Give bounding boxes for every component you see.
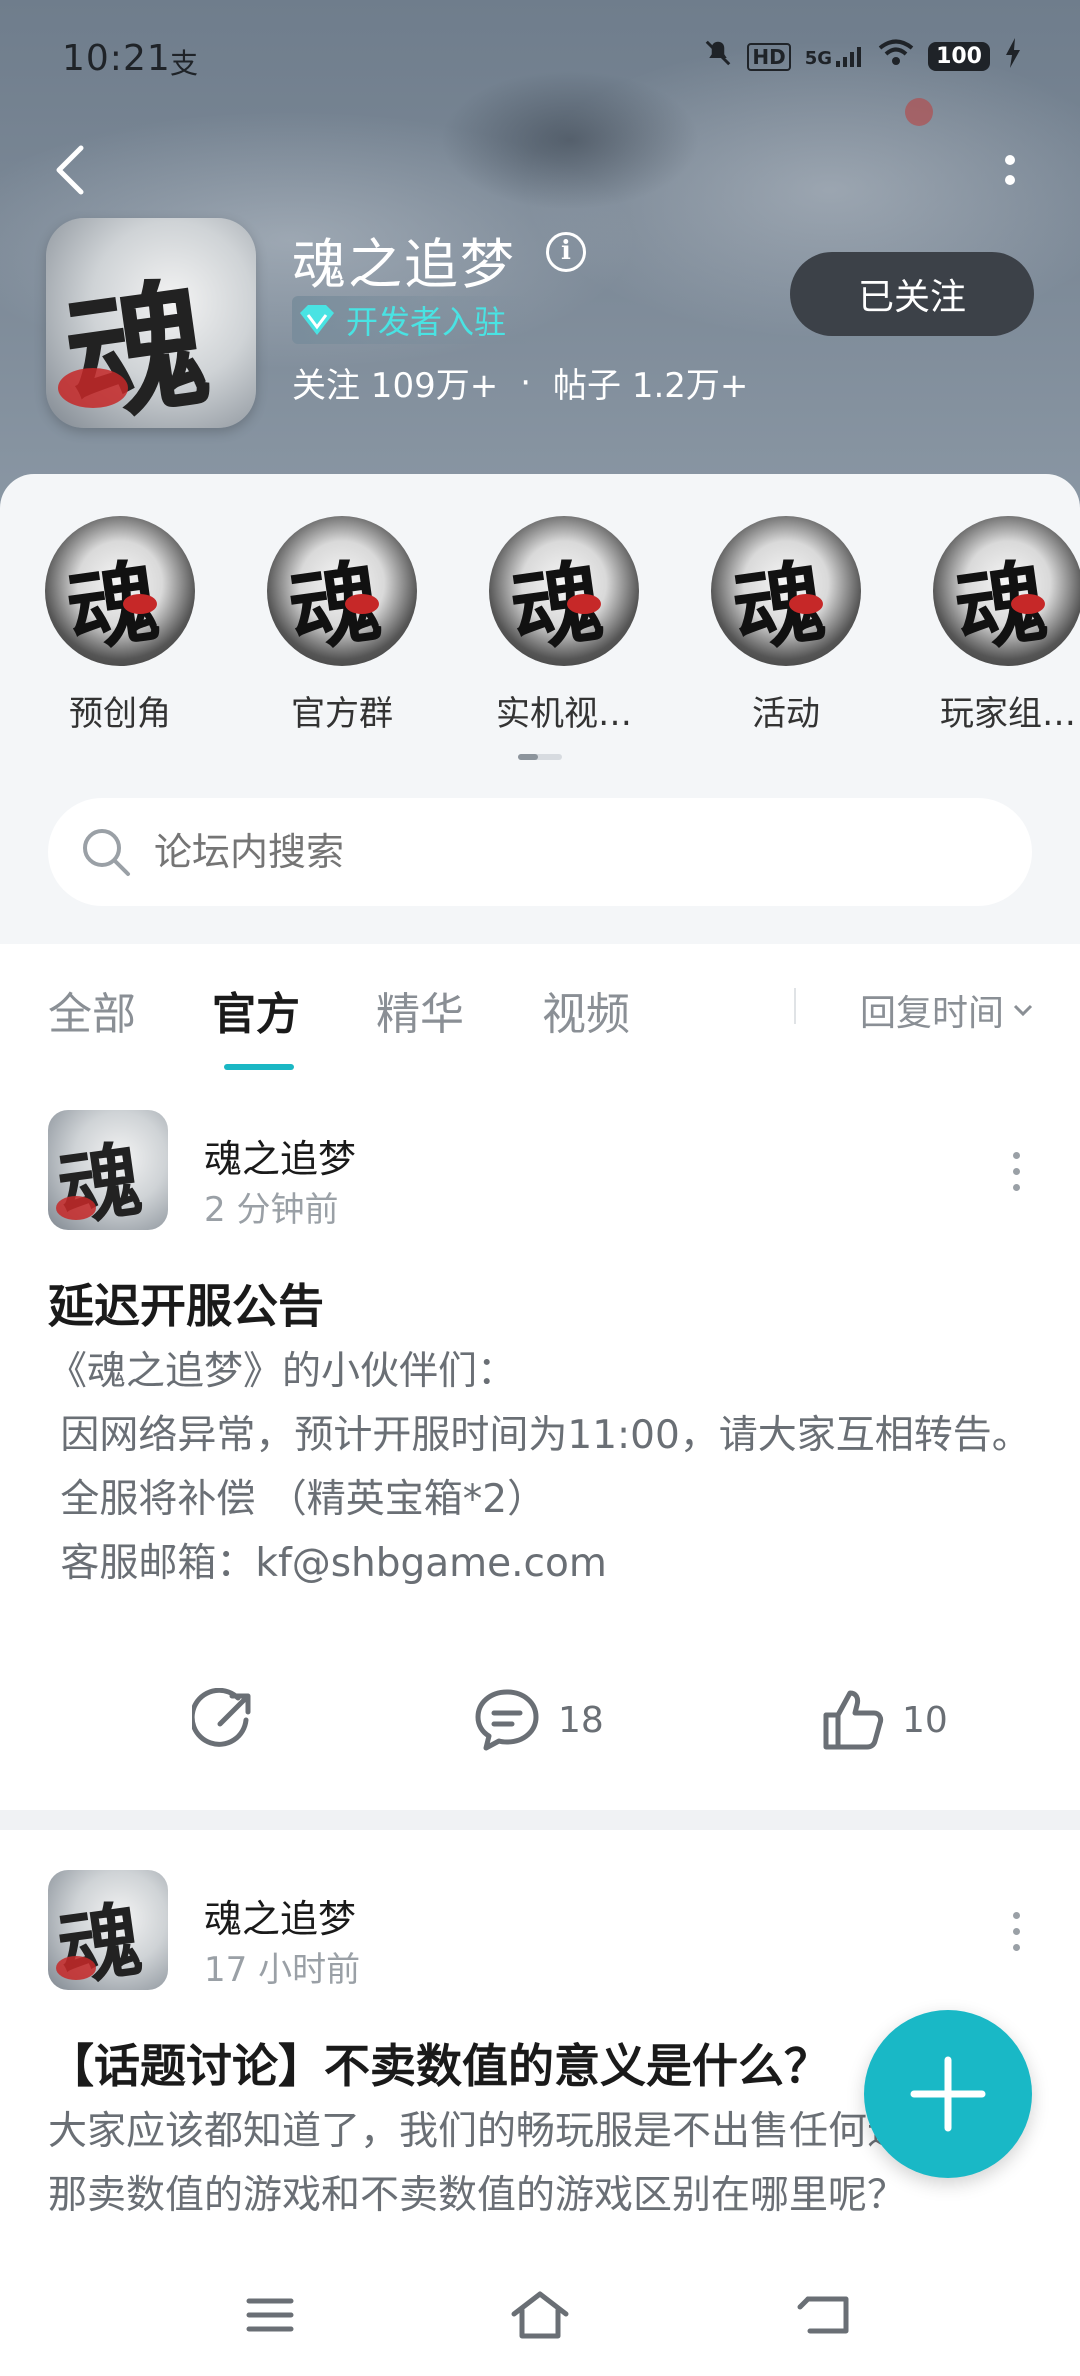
system-navigation-bar [0, 2250, 1080, 2376]
chevron-down-icon [1013, 1004, 1033, 1017]
share-icon [192, 1688, 251, 1747]
post-title[interactable]: 【话题讨论】不卖数值的意义是什么？ [48, 2030, 830, 2096]
wifi-icon [878, 39, 914, 74]
more-dot [1005, 175, 1015, 185]
stats-separator: · [520, 362, 532, 403]
shortcut-icon: 魂 [489, 516, 639, 666]
more-dot [1013, 1168, 1020, 1175]
plus-icon [910, 2056, 986, 2132]
create-post-button[interactable] [864, 2010, 1032, 2178]
menu-nav-button[interactable] [230, 2280, 310, 2350]
comment-button[interactable]: 18 [474, 1670, 604, 1770]
post-more-button[interactable] [1013, 1912, 1020, 1951]
shortcut-label: 活动 [752, 694, 820, 734]
shortcut-label: 预创角 [69, 694, 171, 734]
more-dot [1013, 1928, 1020, 1935]
post-separator [0, 1810, 1080, 1830]
like-button[interactable]: 10 [822, 1670, 948, 1770]
post-title[interactable]: 延迟开服公告 [48, 1270, 324, 1336]
post-actions: 18 10 [0, 1670, 1080, 1770]
post-author[interactable]: 魂之追梦 [204, 1888, 356, 1943]
shortcut-item[interactable]: 魂 玩家组… [904, 516, 1080, 735]
signal-icon: 5G [805, 45, 864, 69]
tab-official[interactable]: 官方 [212, 978, 300, 1042]
shortcut-icon: 魂 [933, 516, 1080, 666]
shortcut-label: 实机视… [496, 694, 632, 734]
home-nav-button[interactable] [500, 2280, 580, 2350]
tab-video[interactable]: 视频 [542, 978, 630, 1042]
followers-count: 关注 109万+ [292, 366, 499, 406]
comment-count: 18 [558, 1699, 604, 1741]
back-button[interactable] [40, 140, 100, 200]
mute-icon [703, 38, 733, 75]
author-avatar[interactable]: 魂 [48, 1110, 168, 1230]
status-time: 10:21 [62, 38, 171, 79]
sort-label: 回复时间 [859, 993, 1004, 1034]
tab-all[interactable]: 全部 [48, 978, 136, 1042]
more-dot [1013, 1184, 1020, 1191]
status-icons: HD 5G 100 [703, 38, 1022, 75]
post-card[interactable]: 魂 魂之追梦 2 分钟前 延迟开服公告 《魂之追梦》的小伙伴们： 因网络异常，预… [0, 1070, 1080, 1810]
return-icon [797, 2296, 849, 2334]
menu-icon [246, 2298, 294, 2332]
forum-title: 魂之追梦 [292, 233, 516, 296]
post-time: 2 分钟前 [204, 1190, 339, 1230]
info-icon[interactable]: i [546, 232, 586, 272]
shortcut-icon: 魂 [267, 516, 417, 666]
post-author[interactable]: 魂之追梦 [204, 1128, 356, 1183]
share-button[interactable] [192, 1670, 256, 1770]
back-arrow-icon [56, 145, 84, 195]
forum-app-icon: 魂 [46, 218, 256, 428]
app-icon-red-leaves [58, 368, 128, 408]
alipay-icon: 支 [170, 47, 199, 80]
home-icon [511, 2291, 569, 2339]
status-bar: 10:21 支 HD 5G 100 [0, 0, 1080, 120]
charging-icon [1004, 38, 1022, 75]
search-icon [83, 829, 130, 876]
post-filter-tabs: 全部 官方 精华 视频 回复时间 [0, 944, 1080, 1070]
shortcut-icon: 魂 [45, 516, 195, 666]
like-count: 10 [902, 1699, 948, 1741]
shortcut-icon: 魂 [711, 516, 861, 666]
thumbs-up-icon [823, 1690, 884, 1750]
shortcut-label: 官方群 [291, 694, 393, 734]
forum-stats: 关注 109万+ · 帖子 1.2万+ [292, 358, 748, 407]
developer-badge-label: 开发者入驻 [346, 303, 507, 341]
shortcut-item[interactable]: 魂 活动 [682, 516, 890, 735]
shortcut-item[interactable]: 魂 预创角 [16, 516, 224, 735]
search-input[interactable] [154, 830, 954, 874]
shortcut-row: 魂 预创角 魂 官方群 魂 实机视… 魂 活动 魂 玩家组… [0, 516, 1080, 735]
more-dot [1005, 155, 1015, 165]
tab-divider [794, 988, 796, 1024]
sort-dropdown[interactable]: 回复时间 [860, 984, 1034, 1036]
developer-badge: 开发者入驻 [292, 296, 531, 344]
posts-count: 帖子 1.2万+ [553, 366, 749, 406]
comment-icon [475, 1689, 539, 1751]
shortcut-item[interactable]: 魂 实机视… [460, 516, 668, 735]
shortcut-panel: 魂 预创角 魂 官方群 魂 实机视… 魂 活动 魂 玩家组… [0, 474, 1080, 944]
shortcut-label: 玩家组… [940, 694, 1076, 734]
more-dot [1013, 1912, 1020, 1919]
more-dot [1013, 1944, 1020, 1951]
back-nav-button[interactable] [784, 2280, 864, 2350]
post-body[interactable]: 《魂之追梦》的小伙伴们： 因网络异常，预计开服时间为11:00，请大家互相转告。… [48, 1340, 1038, 1596]
more-options-button[interactable] [980, 140, 1040, 200]
battery-indicator: 100 [928, 42, 990, 71]
follow-button[interactable]: 已关注 [790, 252, 1034, 336]
post-more-button[interactable] [1013, 1152, 1020, 1191]
hd-icon: HD [747, 42, 791, 71]
shortcut-item[interactable]: 魂 官方群 [238, 516, 446, 735]
forum-search-bar[interactable] [48, 798, 1032, 906]
diamond-icon [298, 301, 336, 339]
author-avatar[interactable]: 魂 [48, 1870, 168, 1990]
shortcut-pager-indicator [518, 754, 562, 760]
more-dot [1013, 1152, 1020, 1159]
tab-featured[interactable]: 精华 [376, 978, 464, 1042]
post-time: 17 小时前 [204, 1950, 361, 1990]
